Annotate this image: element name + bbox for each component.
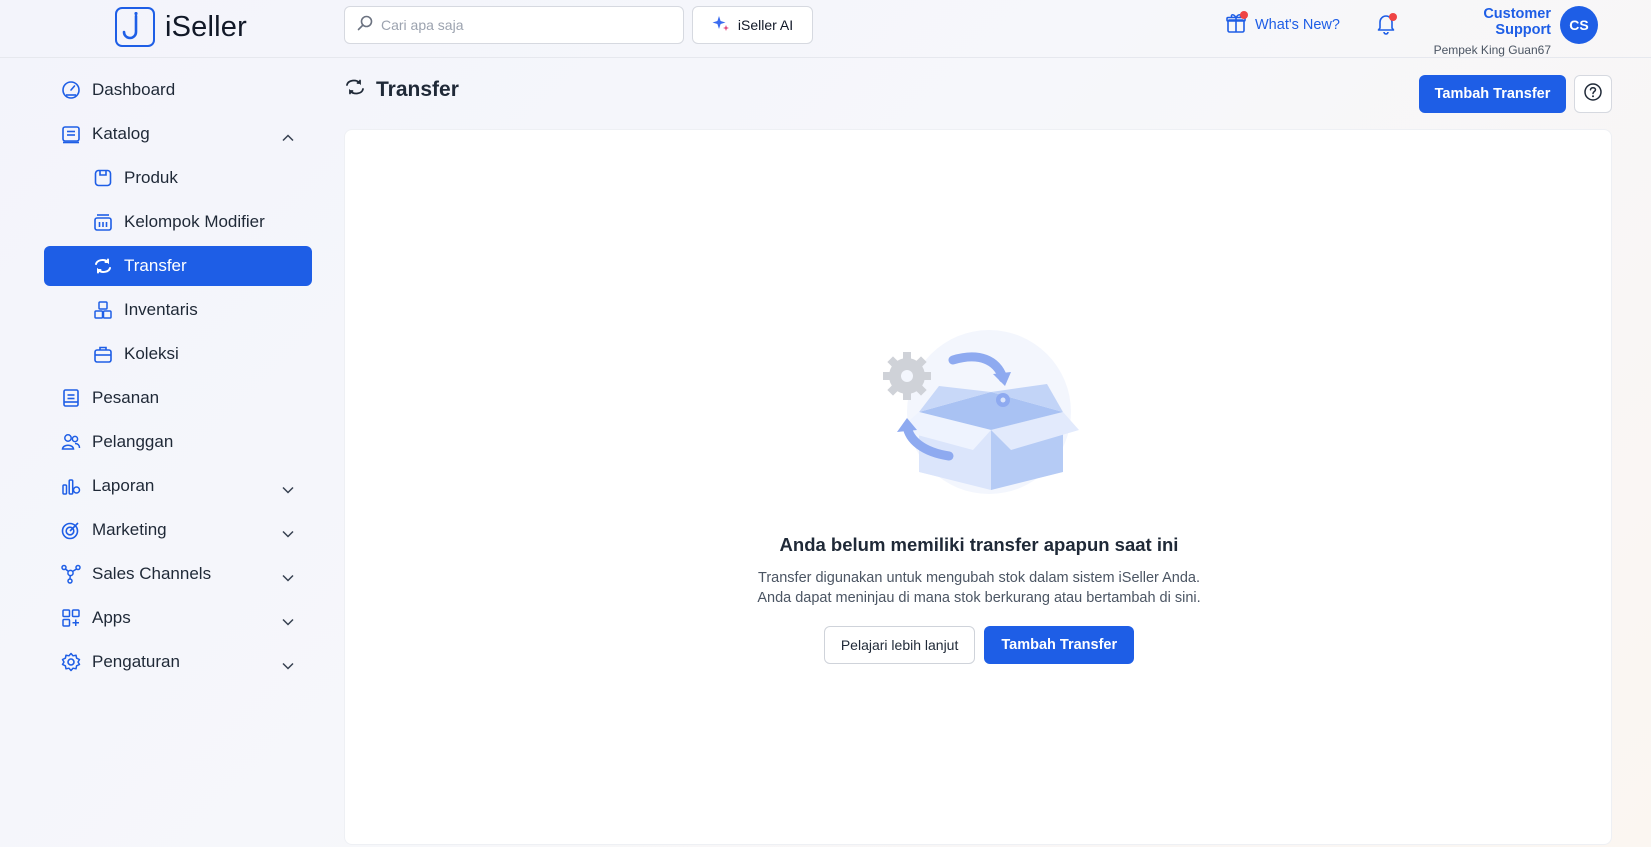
sidebar-item-marketing[interactable]: Marketing <box>44 510 312 550</box>
sidebar-item-label: Pesanan <box>92 388 160 407</box>
notification-dot <box>1389 13 1397 21</box>
reports-icon <box>60 475 82 497</box>
sidebar: Dashboard Katalog Produk Kelompok Modifi… <box>44 70 312 686</box>
empty-state: Anda belum memiliki transfer apapun saat… <box>345 330 1613 664</box>
sidebar-item-inventaris[interactable]: Inventaris <box>44 290 312 330</box>
sidebar-item-label: Kelompok Modifier <box>124 212 265 231</box>
sidebar-item-label: Katalog <box>92 124 150 143</box>
orders-icon <box>60 387 82 409</box>
empty-state-desc-line: Transfer digunakan untuk mengubah stok d… <box>758 570 1200 586</box>
help-button[interactable] <box>1574 75 1612 113</box>
sidebar-item-dashboard[interactable]: Dashboard <box>44 70 312 110</box>
empty-box-illustration <box>879 330 1079 500</box>
sidebar-item-label: Marketing <box>92 520 167 539</box>
sidebar-item-koleksi[interactable]: Koleksi <box>44 334 312 374</box>
inventory-icon <box>92 299 114 321</box>
customers-icon <box>60 431 82 453</box>
notification-dot <box>1240 11 1248 19</box>
empty-state-actions: Pelajari lebih lanjut Tambah Transfer <box>345 626 1613 664</box>
sidebar-item-label: Transfer <box>124 256 187 275</box>
store-name: Pempek King Guan67 <box>1433 43 1551 57</box>
iseller-ai-label: iSeller AI <box>737 17 794 33</box>
chevron-down-icon[interactable] <box>282 523 294 543</box>
sparkle-icon <box>712 15 730 36</box>
transfer-icon <box>344 76 366 103</box>
notification-button[interactable] <box>1376 13 1397 40</box>
page-title: Transfer <box>376 77 459 101</box>
sales-channels-icon <box>60 563 82 585</box>
sidebar-item-pengaturan[interactable]: Pengaturan <box>44 642 312 682</box>
sidebar-item-apps[interactable]: Apps <box>44 598 312 638</box>
sidebar-item-produk[interactable]: Produk <box>44 158 312 198</box>
sidebar-item-label: Pelanggan <box>92 432 174 451</box>
bell-icon <box>1376 13 1397 40</box>
empty-state-desc-line: Anda dapat meninjau di mana stok berkura… <box>757 590 1201 606</box>
sidebar-item-kelompok-modifier[interactable]: Kelompok Modifier <box>44 202 312 242</box>
catalog-icon <box>60 123 82 145</box>
content-card: Anda belum memiliki transfer apapun saat… <box>344 129 1612 845</box>
sidebar-item-sales-channels[interactable]: Sales Channels <box>44 554 312 594</box>
chevron-down-icon[interactable] <box>282 479 294 499</box>
whats-new-label: What's New? <box>1255 17 1340 33</box>
top-bar: iSeller iSeller AI What's New? Customer … <box>0 0 1651 58</box>
iseller-ai-button[interactable]: iSeller AI <box>692 6 813 44</box>
empty-state-description: Transfer digunakan untuk mengubah stok d… <box>345 568 1613 608</box>
marketing-icon <box>60 519 82 541</box>
search-box[interactable] <box>344 6 684 44</box>
sidebar-item-pelanggan[interactable]: Pelanggan <box>44 422 312 462</box>
chevron-down-icon[interactable] <box>282 611 294 631</box>
empty-state-title: Anda belum memiliki transfer apapun saat… <box>779 534 1179 555</box>
sidebar-item-label: Pengaturan <box>92 652 180 671</box>
page-header: Transfer <box>344 76 459 103</box>
search-input[interactable] <box>381 17 661 33</box>
product-icon <box>92 167 114 189</box>
whats-new-link[interactable]: What's New? <box>1225 11 1340 38</box>
add-transfer-button[interactable]: Tambah Transfer <box>1419 75 1566 113</box>
learn-more-button[interactable]: Pelajari lebih lanjut <box>823 626 976 664</box>
collection-icon <box>92 343 114 365</box>
chevron-up-icon[interactable] <box>282 127 294 147</box>
settings-icon <box>60 651 82 673</box>
question-icon <box>1583 82 1603 107</box>
sidebar-item-label: Koleksi <box>124 344 179 363</box>
sidebar-item-label: Inventaris <box>124 300 198 319</box>
gift-icon <box>1225 11 1248 38</box>
sidebar-item-laporan[interactable]: Laporan <box>44 466 312 506</box>
chevron-down-icon[interactable] <box>282 655 294 675</box>
sidebar-item-label: Dashboard <box>92 80 176 99</box>
chevron-down-icon[interactable] <box>282 567 294 587</box>
user-name: Customer Support <box>1483 6 1551 38</box>
sidebar-item-transfer[interactable]: Transfer <box>44 246 312 286</box>
sidebar-item-pesanan[interactable]: Pesanan <box>44 378 312 418</box>
modifier-icon <box>92 211 114 233</box>
avatar[interactable]: CS <box>1560 6 1598 44</box>
search-icon <box>357 15 373 36</box>
user-menu[interactable]: Customer Support Pempek King Guan67 <box>1425 6 1551 57</box>
sidebar-item-label: Apps <box>92 608 131 627</box>
add-transfer-button[interactable]: Tambah Transfer <box>984 626 1135 664</box>
apps-icon <box>60 607 82 629</box>
dashboard-icon <box>60 79 82 101</box>
sidebar-item-label: Laporan <box>92 476 155 495</box>
transfer-icon <box>92 255 114 277</box>
logo-mark-icon <box>115 7 155 47</box>
sidebar-item-katalog[interactable]: Katalog <box>44 114 312 154</box>
logo-text: iSeller <box>165 10 247 43</box>
iseller-logo[interactable]: iSeller <box>115 7 247 47</box>
sidebar-item-label: Sales Channels <box>92 564 212 583</box>
sidebar-item-label: Produk <box>124 168 178 187</box>
